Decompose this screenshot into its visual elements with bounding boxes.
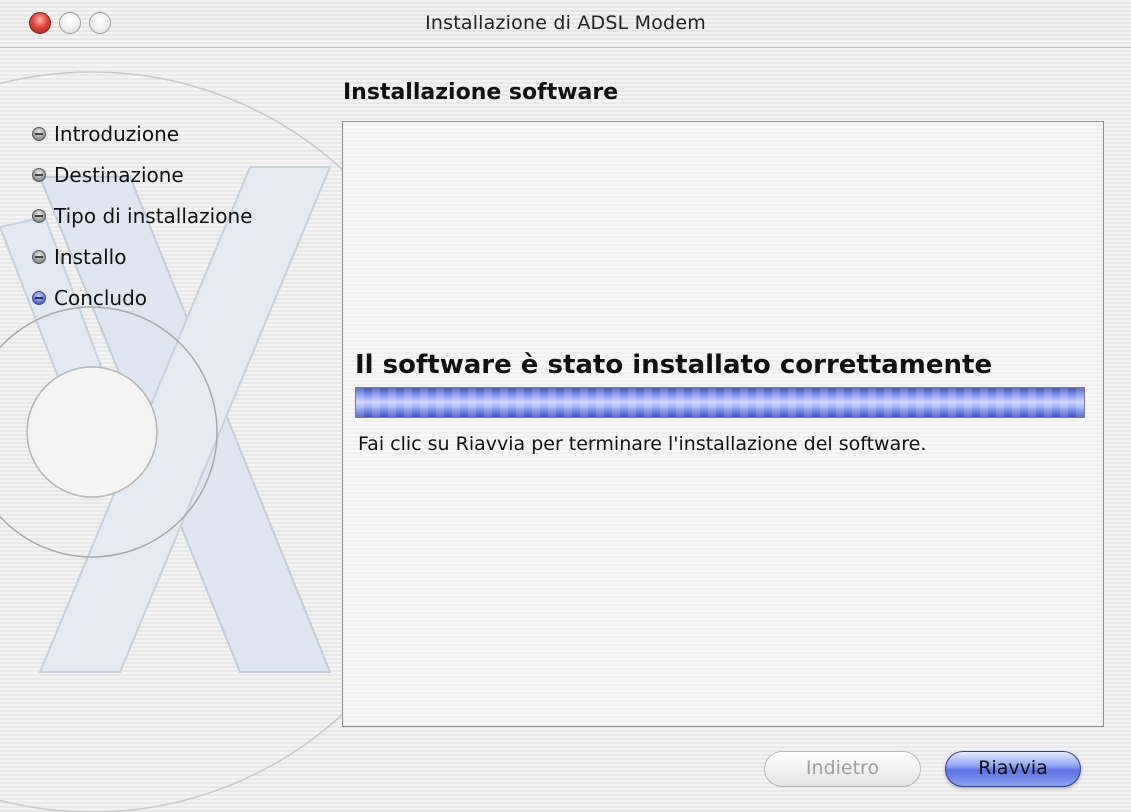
restart-button[interactable]: Riavvia (945, 751, 1081, 787)
step-item-destinazione: Destinazione (32, 163, 252, 204)
step-label: Introduzione (54, 122, 180, 146)
content-panel: Il software è stato installato correttam… (342, 121, 1104, 727)
step-item-installo: Installo (32, 245, 252, 286)
step-bullet-active-icon (32, 291, 46, 305)
step-item-introduzione: Introduzione (32, 122, 252, 163)
install-status-heading: Il software è stato installato correttam… (355, 350, 993, 380)
step-label: Destinazione (54, 163, 184, 187)
step-label: Concludo (54, 286, 148, 310)
section-title: Installazione software (343, 80, 619, 105)
install-status-text: Fai clic su Riavvia per terminare l'inst… (358, 433, 927, 455)
install-progress-bar (355, 387, 1085, 418)
step-bullet-icon (32, 250, 46, 264)
step-bullet-icon (32, 127, 46, 141)
installer-steps-list: Introduzione Destinazione Tipo di instal… (32, 122, 252, 327)
window-titlebar: Installazione di ADSL Modem (0, 0, 1131, 48)
step-bullet-icon (32, 168, 46, 182)
step-item-concludo: Concludo (32, 286, 252, 327)
step-label: Tipo di installazione (54, 204, 253, 228)
step-item-tipo-di-installazione: Tipo di installazione (32, 204, 252, 245)
back-button[interactable]: Indietro (764, 751, 921, 787)
window-title: Installazione di ADSL Modem (425, 12, 706, 34)
step-bullet-icon (32, 209, 46, 223)
step-label: Installo (54, 245, 127, 269)
install-progress-fill (356, 388, 1084, 417)
